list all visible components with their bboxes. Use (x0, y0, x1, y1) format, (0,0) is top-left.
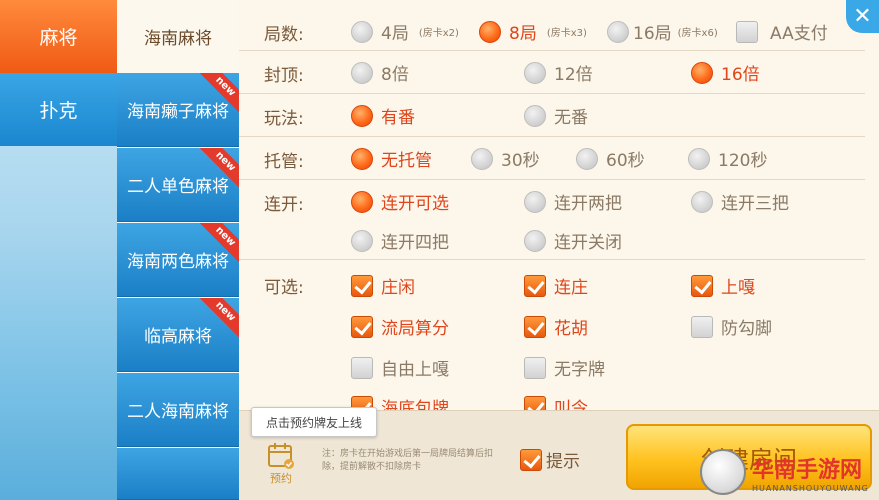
close-icon: ✕ (853, 4, 872, 29)
checkbox-icon (351, 356, 373, 379)
watermark-logo: 华南手游网 HUANANSHOUYOUWANG (700, 446, 875, 498)
tip-checkbox[interactable]: 提示 (520, 447, 580, 472)
sub-category-item (117, 448, 239, 500)
optional-flower-win[interactable]: 花胡 (524, 314, 588, 339)
hosting-option-60s[interactable]: 60秒 (576, 146, 645, 171)
radio-icon (351, 147, 373, 170)
tip-label: 提示 (546, 452, 580, 472)
radio-icon (471, 147, 493, 170)
optional-row: 可选: 庄闲 连庄 上嘎 流局算分 花胡 防勾脚 自由上嘎 无字牌 海底包牌 叫… (239, 260, 865, 419)
optional-anti-hook[interactable]: 防勾脚 (691, 314, 772, 339)
rounds-option-8[interactable]: 8局 (房卡x3) (479, 19, 587, 44)
sub-category-list: 海南麻将 海南癞子麻将 new 二人单色麻将 new 海南两色麻将 new 临高… (117, 0, 239, 500)
rounds-row: 局数: 4局 (房卡x2) 8局 (房卡x3) 16局 (房卡x6) AA支付 (239, 10, 865, 51)
radio-icon (576, 147, 598, 170)
calendar-icon (268, 443, 294, 469)
close-button[interactable]: ✕ (846, 0, 879, 33)
radio-icon (351, 104, 373, 127)
consecutive-option-two[interactable]: 连开两把 (524, 189, 622, 214)
consecutive-label: 连开: (264, 195, 304, 215)
radio-icon (688, 147, 710, 170)
consecutive-option-three[interactable]: 连开三把 (691, 189, 789, 214)
radio-icon (524, 61, 546, 84)
checkbox-icon (351, 274, 373, 297)
aa-pay-option[interactable]: AA支付 (736, 19, 828, 44)
cap-option-12[interactable]: 12倍 (524, 60, 593, 85)
optional-consecutive-banker[interactable]: 连庄 (524, 273, 588, 298)
main-category-mahjong[interactable]: 麻将 (0, 0, 117, 73)
play-row: 玩法: 有番 无番 (239, 94, 865, 137)
cap-label: 封顶: (264, 66, 304, 86)
play-option-with-fan[interactable]: 有番 (351, 103, 415, 128)
rounds-option-4[interactable]: 4局 (房卡x2) (351, 19, 459, 44)
watermark-emblem-icon (700, 449, 746, 495)
radio-icon (607, 20, 629, 43)
hosting-label: 托管: (264, 152, 304, 172)
hosting-option-none[interactable]: 无托管 (351, 146, 432, 171)
checkbox-icon (520, 448, 542, 471)
sub-category-item[interactable]: 二人海南麻将 (117, 373, 239, 447)
optional-free-shangga[interactable]: 自由上嘎 (351, 355, 449, 380)
sub-category-label: 海南两色麻将 (127, 252, 229, 272)
optional-label: 可选: (264, 278, 304, 298)
radio-icon (691, 190, 713, 213)
sub-category-item[interactable]: 海南癞子麻将 new (117, 73, 239, 147)
sub-category-label: 临高麻将 (144, 327, 212, 347)
rounds-option-16[interactable]: 16局 (房卡x6) (607, 19, 718, 44)
sub-category-label: 海南麻将 (144, 29, 212, 49)
cap-row: 封顶: 8倍 12倍 16倍 (239, 51, 865, 94)
room-card-note: 注：房卡在开始游戏后第一局牌局结算后扣除，提前解散不扣除房卡 (322, 449, 494, 472)
radio-icon (351, 61, 373, 84)
sub-category-item[interactable]: 海南麻将 (117, 0, 239, 73)
radio-icon (351, 190, 373, 213)
checkbox-icon (524, 315, 546, 338)
main-category-poker[interactable]: 扑克 (0, 73, 117, 146)
watermark-subtitle: HUANANSHOUYOUWANG (752, 483, 869, 493)
radio-icon (351, 229, 373, 252)
hosting-row: 托管: 无托管 30秒 60秒 120秒 (239, 137, 865, 180)
optional-draw-score[interactable]: 流局算分 (351, 314, 449, 339)
radio-icon (479, 20, 501, 43)
checkbox-icon (736, 20, 758, 43)
radio-icon (524, 104, 546, 127)
sub-category-label: 二人单色麻将 (127, 177, 229, 197)
radio-icon (524, 190, 546, 213)
sub-category-item[interactable]: 海南两色麻将 new (117, 223, 239, 297)
radio-icon (524, 229, 546, 252)
reserve-button[interactable]: 预约 (262, 442, 300, 486)
consecutive-option-optional[interactable]: 连开可选 (351, 189, 449, 214)
reserve-label: 预约 (270, 472, 292, 485)
sub-category-item[interactable]: 临高麻将 new (117, 298, 239, 372)
rounds-label: 局数: (264, 25, 304, 45)
play-option-no-fan[interactable]: 无番 (524, 103, 588, 128)
optional-shangga[interactable]: 上嘎 (691, 273, 755, 298)
play-label: 玩法: (264, 109, 304, 129)
checkbox-icon (691, 274, 713, 297)
radio-icon (351, 20, 373, 43)
sub-category-label: 二人海南麻将 (127, 402, 229, 422)
checkbox-icon (524, 274, 546, 297)
consecutive-option-four[interactable]: 连开四把 (351, 228, 449, 253)
consecutive-row: 连开: 连开可选 连开两把 连开三把 连开四把 连开关闭 (239, 180, 865, 260)
watermark-title: 华南手游网 (752, 457, 863, 483)
hosting-option-120s[interactable]: 120秒 (688, 146, 767, 171)
consecutive-option-off[interactable]: 连开关闭 (524, 228, 622, 253)
reserve-tooltip: 点击预约牌友上线 (251, 407, 377, 437)
cap-option-16[interactable]: 16倍 (691, 60, 760, 85)
checkbox-icon (524, 356, 546, 379)
sub-category-label: 海南癞子麻将 (127, 102, 229, 122)
checkbox-icon (351, 315, 373, 338)
cap-option-8[interactable]: 8倍 (351, 60, 409, 85)
checkbox-icon (691, 315, 713, 338)
optional-no-honor-tiles[interactable]: 无字牌 (524, 355, 605, 380)
radio-icon (691, 61, 713, 84)
hosting-option-30s[interactable]: 30秒 (471, 146, 540, 171)
sub-category-item[interactable]: 二人单色麻将 new (117, 148, 239, 222)
optional-banker[interactable]: 庄闲 (351, 273, 415, 298)
